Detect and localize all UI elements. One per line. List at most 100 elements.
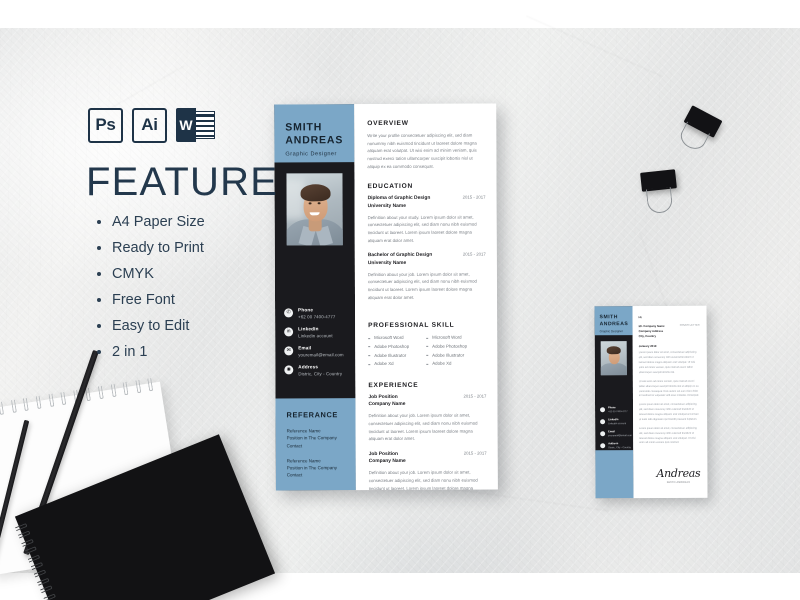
- resume-sidebar: SMITH ANDREAS Graphic Designer ✆ Phone +…: [274, 104, 356, 491]
- feature-item: CMYK: [96, 267, 205, 282]
- photoshop-icon: Ps: [88, 107, 123, 143]
- cover-letter-paragraph: Lorem ipsum dolor sit amet, consectetuer…: [639, 426, 697, 445]
- experience-item: Job Position Company Name 2015 - 2017 De…: [369, 451, 487, 491]
- cover-letter-photo: [600, 341, 627, 376]
- word-icon-page: [196, 111, 215, 139]
- experience-date: 2015 - 2017: [463, 393, 487, 399]
- cover-letter-date: January 2019: [638, 343, 657, 348]
- contact-label: Address: [608, 442, 619, 446]
- contact-label: LinkedIn: [608, 418, 619, 422]
- cover-letter-paragraph: Lorem ipsum dolor sit amet, consectetuer…: [639, 403, 699, 422]
- feature-list: A4 Paper Size Ready to Print CMYK Free F…: [96, 215, 205, 371]
- resume-page-1: SMITH ANDREAS Graphic Designer ✆ Phone +…: [274, 103, 498, 491]
- overview-heading: OVERVIEW: [367, 119, 409, 128]
- contact-item-phone: Phone +62 00 7400-4777: [600, 406, 632, 413]
- skills-columns: Microsoft Word Adobe Photoshop Adobe Ill…: [368, 334, 486, 369]
- contact-value: youremail@email.com: [298, 351, 344, 358]
- contact-item-email: Email youremail@email.com: [600, 430, 632, 437]
- feature-item: A4 Paper Size: [96, 215, 205, 230]
- reference-heading: REFERANCE: [286, 410, 338, 420]
- signature-text: Andreas: [656, 466, 701, 480]
- skill-item: Adobe Illustrator: [426, 351, 467, 360]
- contact-label: Phone: [608, 406, 616, 410]
- skill-item: Adobe Photoshop: [426, 343, 467, 352]
- cover-letter-role: Graphic Designer: [599, 329, 623, 334]
- cover-letter-name-block: SMITH ANDREAS Graphic Designer: [594, 306, 633, 336]
- cover-letter-name: SMITH ANDREAS: [599, 314, 629, 327]
- feature-item: 2 in 1: [96, 345, 205, 360]
- contact-item-email: ✉ Email youremail@email.com: [284, 345, 352, 357]
- cover-letter-recipient: Mr. Company Name Company Address City, C…: [638, 323, 665, 338]
- experience-heading: EXPERIENCE: [368, 381, 419, 390]
- address-icon: [600, 442, 606, 448]
- signature-subtext: SMITH ANDREAS: [666, 480, 691, 484]
- skills-column-2: Microsoft Word Adobe Photoshop Adobe Ill…: [426, 334, 467, 369]
- skill-item: Adobe Photoshop: [368, 343, 409, 352]
- profile-photo: [286, 173, 343, 246]
- experience-company: Company Name: [368, 402, 406, 408]
- contact-item-phone: ✆ Phone +62 00 7400-4777: [284, 307, 352, 319]
- skill-item: Microsoft Word: [426, 334, 467, 343]
- cover-letter-body: Hi, Mr. Company Name Company Address Cit…: [632, 305, 708, 499]
- contact-label: Phone: [298, 307, 314, 313]
- contact-value: Distric, City - Country: [298, 371, 343, 377]
- experience-title: Job Position: [368, 394, 398, 401]
- software-icon-row: Ps Ai W: [88, 107, 216, 143]
- cover-letter-salutation: Hi,: [638, 315, 643, 320]
- cover-letter-paragraph: Ut wisi enim ad minim veniam, quis nostr…: [638, 379, 700, 398]
- reference-section: REFERANCE Reference Name Position in The…: [275, 398, 356, 491]
- contact-value: Linkedin account: [298, 332, 333, 339]
- cover-letter-sidebar: SMITH ANDREAS Graphic Designer Phone +62…: [594, 306, 634, 499]
- cover-letter-contact-list: Phone +62 00 7400-4777 LinkedIn Linkedin…: [600, 406, 632, 454]
- reference-item: Reference Name Position in The Company C…: [287, 457, 347, 479]
- contact-value: +62 00 7400-4777: [298, 313, 336, 319]
- contact-value: +62 00 7400-4777: [608, 410, 628, 414]
- contact-item-address: ◉ Address Distric, City - Country: [284, 364, 352, 376]
- contact-list: ✆ Phone +62 00 7400-4777 in LinkedIn Lin…: [284, 307, 352, 384]
- cover-letter-paragraph: Lorem ipsum dolor sit amet, consectetuer…: [638, 351, 697, 375]
- cover-letter-page-2: SMITH ANDREAS Graphic Designer Phone +62…: [594, 305, 708, 499]
- education-date: 2015 - 2017: [462, 194, 486, 200]
- education-desc: Definition about your study. Lorem ipsum…: [367, 214, 477, 243]
- experience-date: 2015 - 2017: [463, 450, 487, 456]
- contact-item-address: Address Distric, City - Country: [600, 442, 632, 449]
- email-icon: [600, 430, 606, 436]
- education-item: Bachelor of Graphic Design University Na…: [368, 252, 486, 301]
- skill-item: Adobe Illustrator: [368, 351, 409, 360]
- experience-desc: Definition about your job. Lorem ipsum d…: [368, 413, 478, 442]
- education-title: Bachelor of Graphic Design: [367, 252, 433, 259]
- overview-text: Write your profile consectetuer adipisci…: [367, 132, 477, 169]
- contact-label: Email: [608, 430, 615, 434]
- education-item: Diploma of Graphic Design University Nam…: [368, 195, 486, 244]
- contact-item-linkedin: LinkedIn Linkedin account: [600, 418, 632, 425]
- education-subtitle: University Name: [367, 260, 407, 266]
- linkedin-icon: in: [284, 327, 294, 337]
- experience-title: Job Position: [368, 451, 399, 458]
- illustrator-icon: Ai: [132, 107, 167, 143]
- education-heading: EDUCATION: [367, 183, 414, 191]
- skill-item: Microsoft Word: [368, 334, 409, 343]
- email-icon: ✉: [284, 346, 294, 356]
- contact-value: Distric, City - Country: [608, 446, 631, 450]
- reference-item: Reference Name Position in The Company C…: [287, 427, 347, 449]
- resume-main-column: OVERVIEW Write your profile consectetuer…: [354, 103, 498, 491]
- address-icon: ◉: [284, 365, 294, 375]
- experience-company: Company Name: [368, 459, 406, 465]
- feature-item: Free Font: [96, 293, 205, 308]
- feature-heading: FEATURE: [86, 160, 279, 204]
- education-subtitle: University Name: [367, 203, 406, 209]
- contact-label: Email: [298, 345, 312, 351]
- reference-contact: Contact: [286, 472, 303, 478]
- signature: Andreas SMITH ANDREAS: [656, 467, 700, 484]
- resume-name: SMITH ANDREAS: [285, 121, 344, 147]
- experience-desc: Definition about your job. Lorem ipsum d…: [368, 470, 478, 491]
- phone-icon: ✆: [284, 308, 294, 318]
- contact-item-linkedin: in LinkedIn Linkedin account: [284, 326, 352, 338]
- experience-item: Job Position Company Name 2015 - 2017 De…: [368, 394, 486, 443]
- word-icon-letter: W: [176, 108, 196, 142]
- mockup-scene: Ps Ai W FEATURE A4 Paper Size Ready to P…: [0, 0, 800, 600]
- binder-clip-bottom: [640, 169, 677, 215]
- education-desc: Definition about your job. Lorem ipsum d…: [367, 271, 477, 300]
- skill-item: Adobe Xd: [426, 360, 467, 369]
- feature-item: Easy to Edit: [96, 319, 205, 334]
